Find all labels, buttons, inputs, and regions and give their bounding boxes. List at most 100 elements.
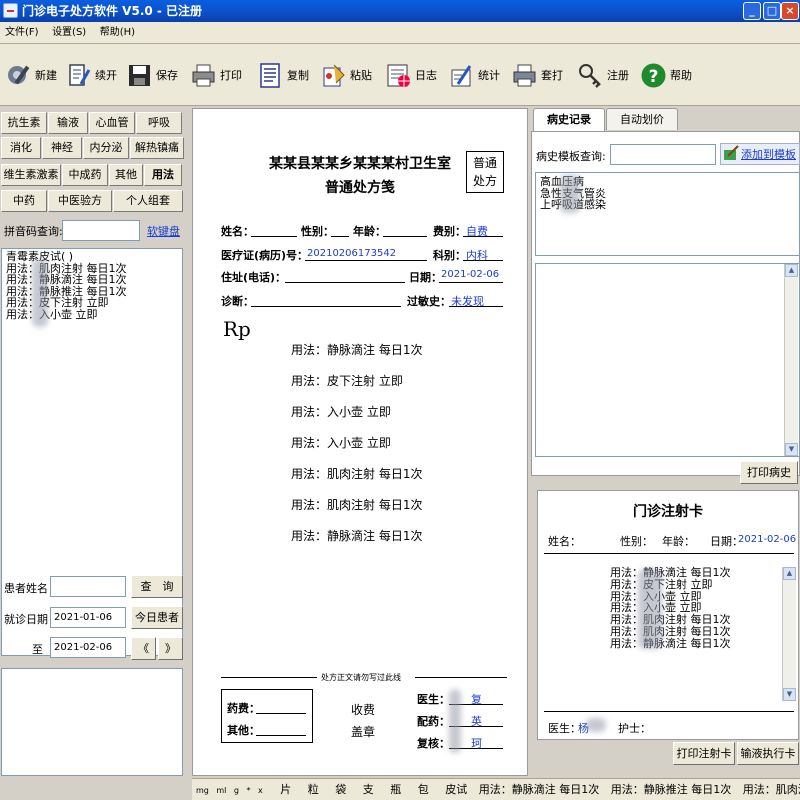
print-history-button[interactable]: 打印病史 — [740, 461, 798, 484]
tab-auto-pricing[interactable]: 自动划价 — [606, 108, 678, 130]
category-button-active[interactable]: 用法 — [144, 164, 182, 186]
history-query-input[interactable] — [610, 144, 716, 165]
rx-line[interactable]: 用法：静脉滴注 每日1次 — [291, 527, 422, 544]
fee-label: 费别： — [433, 225, 466, 238]
rx-line[interactable]: 用法：静脉滴注 每日1次 — [291, 341, 422, 358]
category-button[interactable]: 中药 — [1, 190, 47, 212]
tab-history[interactable]: 病史记录 — [533, 108, 605, 132]
scroll-up-icon[interactable]: ▲ — [785, 264, 798, 277]
history-text-area[interactable]: ▲ ▼ — [535, 263, 800, 457]
scroll-up-icon[interactable]: ▲ — [783, 567, 796, 580]
category-button[interactable]: 输液 — [48, 112, 88, 134]
print-card-button[interactable]: 打印注射卡 — [673, 742, 735, 765]
register-button[interactable]: 注册 — [577, 58, 629, 92]
query-button[interactable]: 查 询 — [131, 575, 183, 598]
prev-button[interactable]: 《 — [131, 637, 156, 660]
svg-text:?: ? — [649, 67, 659, 87]
add-template-button[interactable]: 添加到模板 — [720, 143, 800, 165]
patient-list[interactable] — [1, 668, 183, 776]
patient-name-input[interactable] — [50, 576, 126, 597]
paste-button[interactable]: 粘贴 — [320, 58, 372, 92]
print-button[interactable]: 打印 — [190, 58, 242, 92]
unit-chip[interactable]: 粒 — [308, 783, 319, 796]
unit-chip[interactable]: 瓶 — [390, 783, 401, 796]
unit-chip[interactable]: x — [258, 786, 263, 795]
card-doctor-label: 医生： — [548, 722, 581, 735]
menu-file[interactable]: 文件(F) — [0, 22, 44, 44]
scroll-down-icon[interactable]: ▼ — [783, 688, 796, 701]
card-scrollbar[interactable]: ▲ ▼ — [782, 567, 796, 701]
maximize-button[interactable]: □ — [763, 2, 781, 20]
copy-button[interactable]: 复制 — [257, 58, 309, 92]
unit-chip[interactable]: 包 — [418, 783, 429, 796]
unit-chip[interactable]: g — [234, 786, 239, 795]
category-button[interactable]: 抗生素 — [1, 112, 47, 134]
address-field[interactable] — [285, 269, 405, 283]
unit-chip[interactable]: * — [246, 786, 250, 795]
scroll-down-icon[interactable]: ▼ — [785, 443, 798, 456]
unit-chip[interactable]: 袋 — [335, 783, 346, 796]
age-field[interactable] — [383, 223, 427, 237]
gender-label: 性别： — [301, 225, 334, 238]
other-fee-field[interactable] — [256, 722, 306, 736]
usage-chip[interactable]: 用法：静脉推注 每日1次 — [611, 783, 732, 796]
usage-chip[interactable]: 用法：静脉滴注 每日1次 — [479, 783, 600, 796]
history-scrollbar[interactable]: ▲ ▼ — [784, 264, 798, 456]
usage-chip[interactable]: 皮试 — [445, 783, 467, 796]
date-from-input[interactable]: 2021-01-06 — [50, 607, 126, 628]
category-button[interactable]: 神经 — [42, 137, 82, 159]
unit-chip[interactable]: ml — [216, 786, 226, 795]
unit-chip[interactable]: 支 — [363, 783, 374, 796]
review-label: 复核： — [417, 737, 450, 750]
rx-line[interactable]: 用法：入小壶 立即 — [291, 434, 391, 451]
log-button[interactable]: 日志 — [385, 58, 437, 92]
today-patients-button[interactable]: 今日患者 — [131, 606, 183, 629]
history-list[interactable]: 高血压病 急性支气管炎 上呼吸道感染 — [535, 172, 800, 256]
close-button[interactable]: × — [781, 2, 799, 20]
category-button[interactable]: 解热镇痛 — [130, 137, 184, 159]
diagnosis-field[interactable] — [251, 293, 401, 307]
category-button[interactable]: 中成药 — [62, 164, 108, 186]
list-item[interactable]: 青霉素皮试( ) — [2, 251, 182, 263]
category-button[interactable]: 维生素激素 — [1, 164, 61, 186]
drug-fee-field[interactable] — [256, 700, 306, 714]
rx-line[interactable]: 用法：肌肉注射 每日1次 — [291, 496, 422, 513]
category-button[interactable]: 呼吸 — [136, 112, 182, 134]
soft-keyboard-link[interactable]: 软键盘 — [147, 223, 180, 239]
date-to-input[interactable]: 2021-02-06 — [50, 637, 126, 658]
help-button[interactable]: ? 帮助 — [640, 58, 692, 92]
minimize-button[interactable]: _ — [743, 2, 761, 20]
category-button[interactable]: 个人组套 — [113, 190, 183, 212]
prescription-type-box: 普通 处方 — [466, 151, 504, 193]
category-button[interactable]: 内分泌 — [83, 137, 129, 159]
menu-settings[interactable]: 设置(S) — [47, 22, 91, 44]
rx-line[interactable]: 用法：入小壶 立即 — [291, 403, 391, 420]
list-item[interactable]: 用法：入小壶 立即 — [2, 308, 182, 321]
gender-field[interactable] — [331, 223, 349, 237]
continue-button[interactable]: 续开 — [65, 58, 117, 92]
name-label: 姓名： — [221, 225, 254, 238]
infusion-card-button[interactable]: 输液执行卡 — [737, 742, 799, 765]
stamp-label: 盖章 — [351, 725, 376, 739]
stats-button[interactable]: 统计 — [448, 58, 500, 92]
pinyin-input[interactable] — [62, 220, 140, 241]
unit-chip[interactable]: mg — [196, 786, 209, 795]
category-button[interactable]: 心血管 — [89, 112, 135, 134]
save-button[interactable]: 保存 — [126, 58, 178, 92]
category-button[interactable]: 其他 — [109, 164, 143, 186]
card-lines-area[interactable]: 用法：静脉滴注 每日1次 用法：皮下注射 立即 用法：入小壶 立即 用法：入小壶… — [542, 567, 796, 701]
usage-chip[interactable]: 用法：肌肉注射 每日1 — [743, 783, 800, 796]
category-button[interactable]: 消化 — [1, 137, 41, 159]
continue-icon — [65, 62, 92, 89]
list-item[interactable]: 用法：静脉滴注 每日1次 — [2, 274, 182, 286]
menu-help[interactable]: 帮助(H) — [95, 22, 140, 44]
category-button[interactable]: 中医验方 — [48, 190, 112, 212]
rx-line[interactable]: 用法：肌肉注射 每日1次 — [291, 465, 422, 482]
rx-line[interactable]: 用法：皮下注射 立即 — [291, 372, 403, 389]
template-print-button[interactable]: 套打 — [511, 58, 563, 92]
name-field[interactable] — [251, 223, 297, 237]
new-button[interactable]: 新建 — [5, 58, 57, 92]
list-item[interactable]: 用法：皮下注射 立即 — [2, 297, 182, 309]
next-button[interactable]: 》 — [158, 637, 183, 660]
unit-chip[interactable]: 片 — [280, 783, 291, 796]
